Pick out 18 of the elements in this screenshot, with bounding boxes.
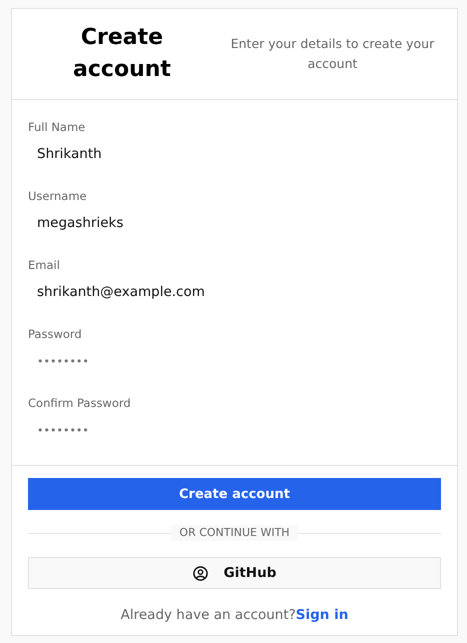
field-label: Full Name [28,120,86,134]
input-field[interactable]: shrikanth@example.com [28,282,417,302]
field-label: Username [28,189,87,203]
card-title: Create account [72,24,172,84]
create-account-button[interactable]: Create account [28,478,441,510]
input-field[interactable]: Shrikanth [28,144,417,164]
input-field[interactable]: •••••••• [28,420,417,440]
divider-label: OR CONTINUE WITH [171,525,298,541]
field-label: Email [28,258,60,272]
input-field[interactable]: •••••••• [28,351,417,371]
field-label: Password [28,327,82,341]
sign-in-link[interactable]: Sign in [296,607,348,623]
card-subtitle: Enter your details to create your account [230,35,436,73]
github-button[interactable]: GitHub [28,557,441,589]
input-field[interactable]: megashrieks [28,213,417,233]
user-circle-icon [192,566,208,580]
field-label: Confirm Password [28,396,131,410]
sign-in-prompt: Already have an account? [120,607,296,623]
